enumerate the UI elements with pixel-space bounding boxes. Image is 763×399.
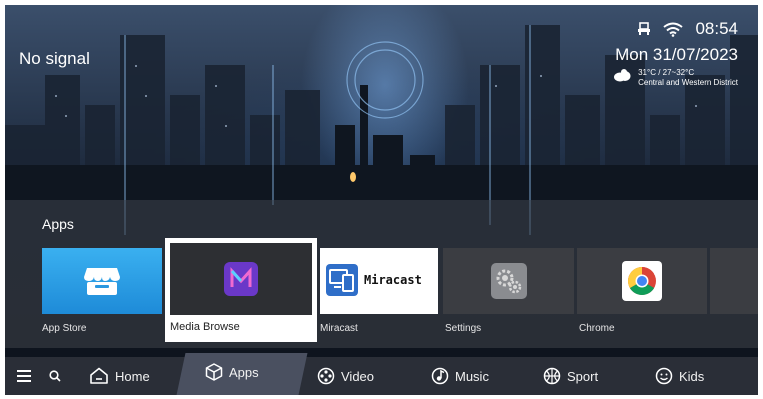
nav-label-kids: Kids [679, 368, 705, 384]
home-icon [90, 367, 108, 384]
app-tile-app-store[interactable] [42, 248, 162, 314]
smiley-icon [655, 367, 673, 385]
wifi-icon [663, 22, 684, 37]
nav-tab-video[interactable]: Video [317, 357, 374, 395]
music-note-icon [431, 367, 449, 385]
nav-tab-sport[interactable]: Sport [543, 357, 598, 395]
media-browse-icon [224, 262, 258, 296]
nav-label-sport: Sport [567, 368, 599, 384]
app-label-settings: Settings [445, 323, 482, 334]
nav-tab-music[interactable]: Music [431, 357, 489, 395]
nav-label-home: Home [115, 368, 150, 384]
nav-tab-apps[interactable]: Apps [205, 353, 259, 391]
apps-section-title: Apps [42, 216, 74, 232]
weather-temperature: 31°C / 27~32°C [638, 68, 695, 77]
miracast-icon [326, 264, 358, 296]
input-signal-status: No signal [19, 49, 90, 68]
nav-label-music: Music [455, 368, 489, 384]
chrome-icon [628, 267, 656, 295]
search-icon [49, 370, 61, 382]
nav-tab-kids[interactable]: Kids [655, 357, 704, 395]
status-area: 08:54 Mon 31/07/2023 31°C / 27~32°C Cent… [612, 19, 738, 88]
media-browse-tile-image [170, 243, 312, 315]
chrome-icon-tile [622, 261, 662, 301]
hamburger-menu-icon [17, 370, 31, 382]
weather-widget: 31°C / 27~32°C Central and Western Distr… [612, 68, 738, 88]
store-icon [84, 268, 120, 295]
ball-icon [543, 367, 561, 385]
app-label-chrome: Chrome [579, 323, 615, 334]
usb-device-icon [638, 22, 651, 35]
nav-label-apps: Apps [229, 364, 259, 380]
app-tile-settings[interactable] [443, 248, 574, 314]
miracast-logo-text: Miracast [364, 273, 422, 287]
cloud-icon [614, 69, 631, 82]
tv-launcher-screen: No signal 08:54 Mon 31/07/2023 31°C / 27… [5, 5, 758, 395]
gear-icon [490, 263, 527, 299]
app-label-miracast: Miracast [320, 323, 358, 334]
cube-icon [205, 363, 223, 381]
app-tile-partial[interactable] [710, 248, 758, 314]
weather-location: Central and Western District [638, 78, 738, 87]
search-button[interactable] [49, 357, 61, 395]
nav-label-video: Video [341, 368, 375, 384]
clock-date: Mon 31/07/2023 [615, 45, 738, 64]
clock-time: 08:54 [695, 19, 738, 38]
app-label-app-store: App Store [42, 323, 87, 334]
nav-tab-home[interactable]: Home [89, 357, 150, 395]
apps-panel: Apps App Store Media Browse Miracast Mir… [5, 200, 758, 348]
app-tile-miracast[interactable]: Miracast [320, 248, 438, 314]
app-tile-media-browse[interactable]: Media Browse [165, 238, 317, 342]
film-reel-icon [317, 367, 335, 385]
bottom-navigation-bar: Home Apps Video Music Sport Kids [5, 353, 758, 395]
app-tile-chrome[interactable] [577, 248, 707, 314]
menu-button[interactable] [17, 357, 31, 395]
app-label-media-browse: Media Browse [170, 321, 240, 333]
